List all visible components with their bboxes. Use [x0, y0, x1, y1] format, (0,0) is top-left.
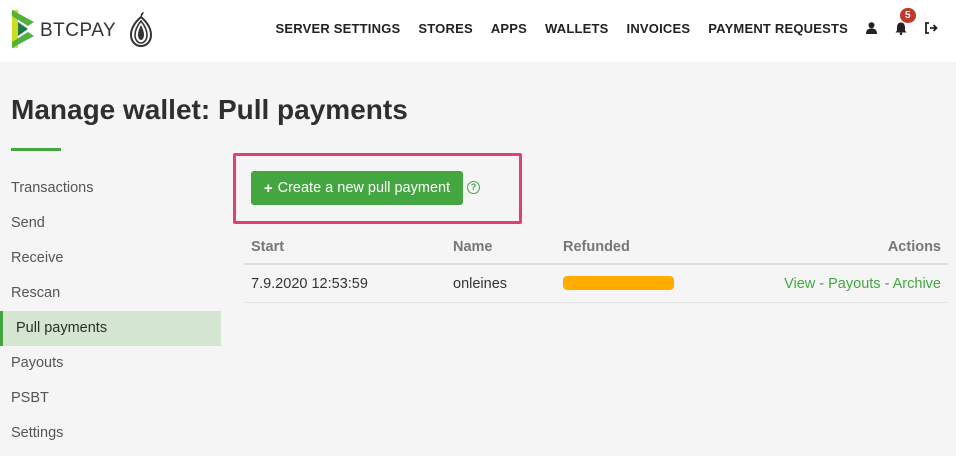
row-start-date: 7.9.2020 12:53:59 — [251, 276, 368, 292]
payouts-link[interactable]: Payouts — [828, 276, 880, 292]
column-header-actions: Actions — [887, 239, 941, 255]
notification-badge: 5 — [900, 7, 916, 23]
create-pull-payment-button[interactable]: + Create a new pull payment — [251, 171, 463, 205]
tor-onion-icon[interactable] — [128, 11, 154, 47]
actions-separator: - — [815, 276, 829, 292]
table-row: 7.9.2020 12:53:59 onleines View - Payout… — [244, 265, 948, 303]
nav-stores[interactable]: STORES — [418, 21, 472, 36]
refunded-progress-fill — [563, 276, 674, 290]
wallet-sidebar: Transactions Send Receive Rescan Pull pa… — [0, 171, 221, 451]
actions-separator: - — [880, 276, 893, 292]
top-navbar: BTCPAY SERVER SETTINGS STORES APPS WALLE… — [0, 0, 956, 62]
column-header-start: Start — [251, 239, 285, 255]
view-link[interactable]: View — [784, 276, 815, 292]
sidebar-item-transactions[interactable]: Transactions — [0, 171, 221, 206]
nav-payment-requests[interactable]: PAYMENT REQUESTS — [708, 21, 848, 36]
pull-payments-table: Start Name Refunded Actions 7.9.2020 12:… — [244, 230, 948, 303]
archive-link[interactable]: Archive — [893, 276, 941, 292]
sidebar-item-send[interactable]: Send — [0, 206, 221, 241]
page-title: Manage wallet: Pull payments — [11, 94, 408, 125]
column-header-name: Name — [453, 239, 493, 255]
nav-apps[interactable]: APPS — [491, 21, 527, 36]
refunded-progress-bar — [563, 276, 674, 290]
sidebar-item-settings[interactable]: Settings — [0, 416, 221, 451]
sidebar-item-payouts[interactable]: Payouts — [0, 346, 221, 381]
nav-wallets[interactable]: WALLETS — [545, 21, 609, 36]
nav-invoices[interactable]: INVOICES — [627, 21, 691, 36]
column-header-refunded: Refunded — [563, 239, 630, 255]
create-pull-payment-label: Create a new pull payment — [277, 180, 451, 196]
main-nav: SERVER SETTINGS STORES APPS WALLETS INVO… — [258, 0, 938, 56]
nav-server-settings[interactable]: SERVER SETTINGS — [276, 21, 401, 36]
user-icon[interactable] — [866, 22, 877, 34]
table-header: Start Name Refunded Actions — [244, 230, 948, 265]
bell-icon[interactable]: 5 — [895, 7, 916, 35]
btcpay-logo[interactable]: BTCPAY — [10, 8, 116, 50]
btcpay-logo-icon — [12, 10, 34, 48]
row-name: onleines — [453, 276, 508, 292]
row-actions: View - Payouts - Archive — [784, 276, 941, 292]
sidebar-item-receive[interactable]: Receive — [0, 241, 221, 276]
title-underline — [11, 148, 61, 151]
sidebar-item-pull-payments[interactable]: Pull payments — [0, 311, 221, 346]
sidebar-item-psbt[interactable]: PSBT — [0, 381, 221, 416]
sidebar-item-rescan[interactable]: Rescan — [0, 276, 221, 311]
question-circle-icon[interactable]: ? — [467, 181, 480, 194]
brand-name: BTCPAY — [40, 20, 117, 41]
logout-icon[interactable] — [925, 22, 938, 34]
plus-icon: + — [263, 179, 273, 197]
